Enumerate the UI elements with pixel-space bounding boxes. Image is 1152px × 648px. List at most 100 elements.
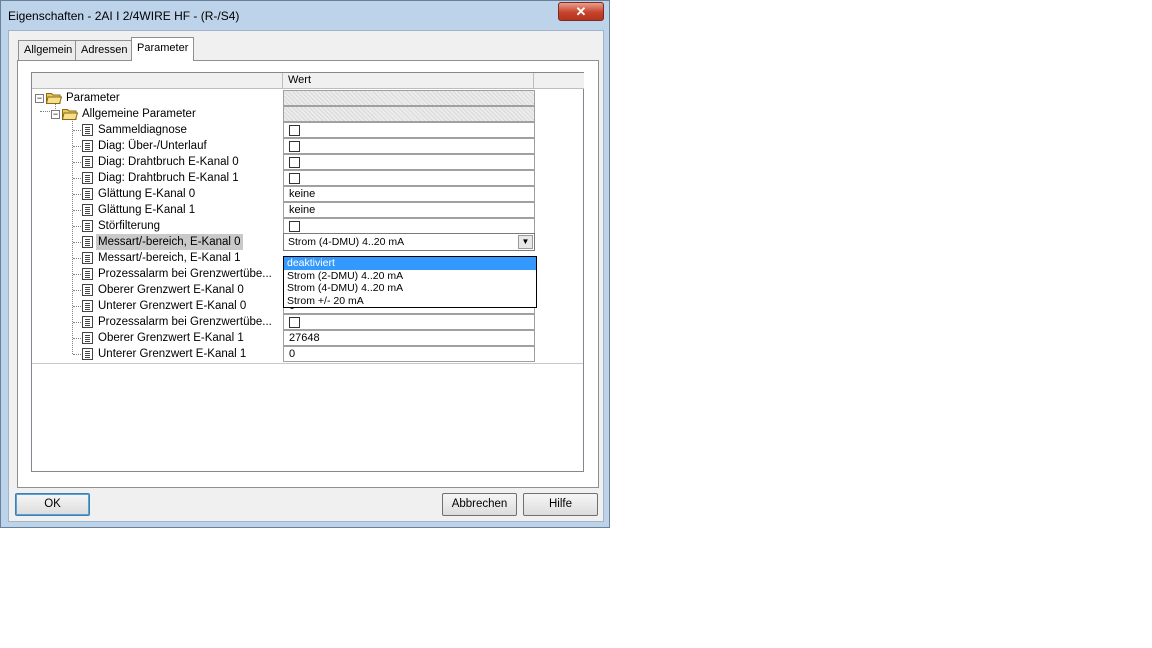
tab-allgemein[interactable]: Allgemein: [18, 40, 79, 60]
param-label-messart-kanal-0[interactable]: Messart/-bereich, E-Kanal 0: [96, 234, 243, 250]
param-label-glaettung-kanal-0[interactable]: Glättung E-Kanal 0: [98, 186, 195, 202]
parameter-icon: [82, 348, 93, 360]
minus-icon: −: [36, 93, 43, 103]
parameter-icon: [82, 172, 93, 184]
value-cell-empty: [283, 106, 535, 122]
tree-line: [73, 162, 81, 163]
dropdown-arrow-button[interactable]: ▼: [518, 235, 533, 249]
help-button[interactable]: Hilfe: [523, 493, 598, 516]
tree-node-parameter[interactable]: Parameter: [66, 90, 120, 106]
collapse-group-expander[interactable]: −: [51, 110, 60, 119]
dropdown-option[interactable]: Strom (2-DMU) 4..20 mA: [284, 270, 536, 283]
parameter-icon: [82, 332, 93, 344]
parameter-icon: [82, 252, 93, 264]
glaettung-kanal-1-value[interactable]: keine: [283, 202, 535, 218]
ok-button[interactable]: OK: [15, 493, 90, 516]
sammeldiagnose-checkbox[interactable]: [289, 125, 300, 136]
glaettung-kanal-0-value[interactable]: keine: [283, 186, 535, 202]
tree-line: [73, 242, 81, 243]
parameter-icon: [82, 316, 93, 328]
param-label-prozessalarm-kanal-0[interactable]: Prozessalarm bei Grenzwertübe...: [98, 266, 272, 282]
messart-dropdown-list[interactable]: deaktiviert Strom (2-DMU) 4..20 mA Strom…: [283, 256, 537, 308]
drahtbruch-kanal-1-checkbox[interactable]: [289, 173, 300, 184]
tree-line: [73, 146, 81, 147]
parameter-icon: [82, 204, 93, 216]
tree-line: [73, 178, 81, 179]
dropdown-option[interactable]: deaktiviert: [284, 257, 536, 270]
value-cell[interactable]: [283, 122, 535, 138]
cancel-button[interactable]: Abbrechen: [442, 493, 517, 516]
tree-line: [73, 354, 81, 355]
parameter-icon: [82, 284, 93, 296]
close-button[interactable]: ✕: [558, 2, 604, 21]
value-cell[interactable]: [283, 314, 535, 330]
unterer-grenzwert-kanal-1-value[interactable]: 0: [283, 346, 535, 362]
tree-line: [73, 258, 81, 259]
param-label-glaettung-kanal-1[interactable]: Glättung E-Kanal 1: [98, 202, 195, 218]
combobox-value: Strom (4-DMU) 4..20 mA: [288, 236, 405, 248]
collapse-root-expander[interactable]: −: [35, 94, 44, 103]
parameter-icon: [82, 124, 93, 136]
tree-line: [73, 210, 81, 211]
tree-line: [73, 306, 81, 307]
parameter-tab-panel: Wert − Parameter − Allgemeine Parameter …: [17, 60, 599, 488]
value-cell[interactable]: [283, 218, 535, 234]
stoerfilterung-checkbox[interactable]: [289, 221, 300, 232]
grid-divider: [32, 363, 583, 364]
minus-icon: −: [52, 109, 59, 119]
tab-parameter[interactable]: Parameter: [131, 37, 195, 61]
tree-line: [73, 194, 81, 195]
prozessalarm-kanal-1-checkbox[interactable]: [289, 317, 300, 328]
messart-kanal-0-combobox[interactable]: Strom (4-DMU) 4..20 mA ▼: [283, 233, 535, 251]
param-label-drahtbruch-kanal-0[interactable]: Diag: Drahtbruch E-Kanal 0: [98, 154, 239, 170]
parameter-icon: [82, 268, 93, 280]
parameter-icon: [82, 236, 93, 248]
tree-node-allgemeine-parameter[interactable]: Allgemeine Parameter: [82, 106, 196, 122]
dropdown-option[interactable]: Strom (4-DMU) 4..20 mA: [284, 282, 536, 295]
param-label-oberer-grenzwert-kanal-1[interactable]: Oberer Grenzwert E-Kanal 1: [98, 330, 244, 346]
param-label-oberer-grenzwert-kanal-0[interactable]: Oberer Grenzwert E-Kanal 0: [98, 282, 244, 298]
dropdown-option[interactable]: Strom +/- 20 mA: [284, 295, 536, 308]
tree-line: [73, 338, 81, 339]
window-title: Eigenschaften - 2AI I 2/4WIRE HF - (R-/S…: [8, 9, 240, 23]
value-cell-empty: [283, 90, 535, 106]
parameter-icon: [82, 220, 93, 232]
tree-line: [73, 274, 81, 275]
tree-line: [72, 119, 73, 354]
open-folder-icon: [46, 93, 62, 104]
param-label-prozessalarm-kanal-1[interactable]: Prozessalarm bei Grenzwertübe...: [98, 314, 272, 330]
param-label-messart-kanal-1[interactable]: Messart/-bereich, E-Kanal 1: [98, 250, 241, 266]
parameter-icon: [82, 188, 93, 200]
close-icon: ✕: [575, 4, 587, 19]
param-label-unterer-grenzwert-kanal-1[interactable]: Unterer Grenzwert E-Kanal 1: [98, 346, 246, 362]
parameter-icon: [82, 140, 93, 152]
tree-line: [73, 322, 81, 323]
param-label-unterer-grenzwert-kanal-0[interactable]: Unterer Grenzwert E-Kanal 0: [98, 298, 246, 314]
tree-line: [73, 130, 81, 131]
value-cell[interactable]: [283, 170, 535, 186]
grid-header-wert: Wert: [283, 73, 534, 89]
open-folder-icon: [62, 109, 78, 120]
parameter-grid[interactable]: Wert − Parameter − Allgemeine Parameter …: [31, 72, 584, 472]
properties-dialog: Eigenschaften - 2AI I 2/4WIRE HF - (R-/S…: [0, 0, 610, 528]
diag-ueber-unterlauf-checkbox[interactable]: [289, 141, 300, 152]
param-label-diag-ueber-unterlauf[interactable]: Diag: Über-/Unterlauf: [98, 138, 207, 154]
tab-label: Parameter: [137, 42, 189, 54]
value-cell[interactable]: [283, 138, 535, 154]
parameter-icon: [82, 300, 93, 312]
param-label-sammeldiagnose[interactable]: Sammeldiagnose: [98, 122, 187, 138]
tab-label: Adressen: [81, 44, 128, 56]
param-label-drahtbruch-kanal-1[interactable]: Diag: Drahtbruch E-Kanal 1: [98, 170, 239, 186]
grid-header-filler: [534, 73, 584, 89]
drahtbruch-kanal-0-checkbox[interactable]: [289, 157, 300, 168]
oberer-grenzwert-kanal-1-value[interactable]: 27648: [283, 330, 535, 346]
grid-header-name-column: [32, 73, 283, 89]
dialog-client-area: Allgemein Adressen Parameter Wert − Para…: [8, 30, 604, 522]
value-cell[interactable]: [283, 154, 535, 170]
tree-line: [73, 290, 81, 291]
param-label-stoerfilterung[interactable]: Störfilterung: [98, 218, 160, 234]
tab-adressen[interactable]: Adressen: [75, 40, 134, 60]
parameter-icon: [82, 156, 93, 168]
tab-label: Allgemein: [24, 44, 73, 56]
tree-line: [73, 226, 81, 227]
